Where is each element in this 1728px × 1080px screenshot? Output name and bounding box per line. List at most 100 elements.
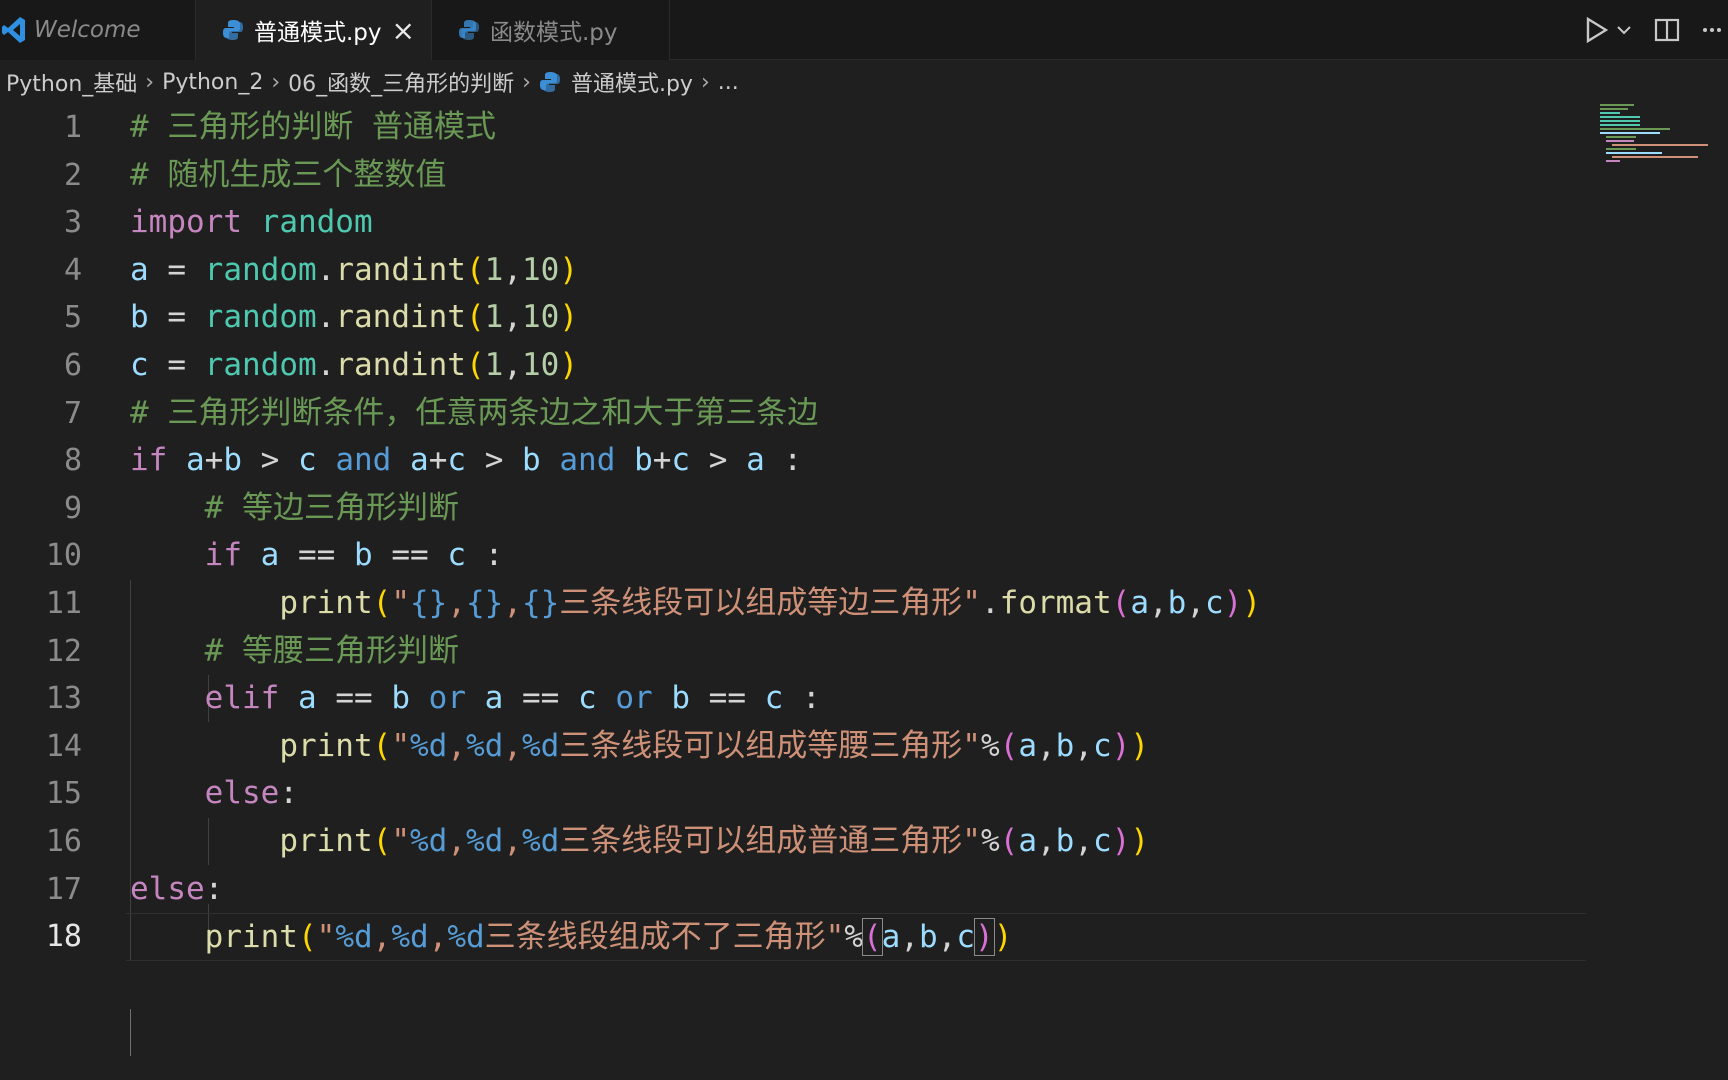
code-line[interactable]: b = random.randint(1,10) xyxy=(130,294,578,342)
code-line[interactable]: c = random.randint(1,10) xyxy=(130,342,578,390)
code-token: + xyxy=(428,442,448,479)
code-line[interactable]: # 随机生成三个整数值 xyxy=(130,152,446,200)
code-token: , xyxy=(447,585,466,621)
code-token: + xyxy=(652,442,672,479)
breadcrumb-item[interactable]: 普通模式.py xyxy=(571,66,693,98)
code-token: , xyxy=(1037,823,1056,859)
code-token: ( xyxy=(372,727,392,764)
code-token: 三条线段可以组成等边三角形" xyxy=(559,585,981,621)
code-token: import xyxy=(130,204,242,241)
code-line[interactable]: if a == b == c : xyxy=(130,532,504,580)
code-token: random xyxy=(204,299,317,336)
code-token: ( xyxy=(465,299,485,336)
chevron-right-icon: › xyxy=(522,69,531,95)
code-token: % xyxy=(980,823,1000,859)
tab-function-mode[interactable]: 函数模式.py xyxy=(432,0,670,60)
code-token: . xyxy=(980,585,1000,621)
code-token: %d xyxy=(447,919,485,956)
code-token: print xyxy=(279,585,373,621)
code-token: + xyxy=(204,442,224,479)
code-token: and xyxy=(559,442,616,479)
run-icon[interactable] xyxy=(1584,17,1608,43)
more-actions-icon[interactable] xyxy=(1702,26,1722,34)
breadcrumb-item[interactable]: Python_2 xyxy=(162,70,263,95)
code-token: a xyxy=(410,442,429,479)
code-token: random xyxy=(260,204,373,241)
code-token: , xyxy=(1074,727,1094,764)
tab-welcome[interactable]: Welcome xyxy=(0,0,196,60)
breadcrumb-item[interactable]: Python_基础 xyxy=(6,66,137,98)
code-token: if xyxy=(130,442,168,479)
code-token: format xyxy=(999,585,1112,621)
code-line[interactable]: elif a == b or a == c or b == c : xyxy=(130,675,821,723)
code-token: : xyxy=(783,680,821,717)
code-line[interactable]: print("%d,%d,%d三条线段组成不了三角形"%(a,b,c)) xyxy=(126,913,1586,961)
code-token: # 等腰三角形判断 xyxy=(204,632,459,669)
code-token: ) xyxy=(1130,727,1150,764)
code-token: , xyxy=(1074,823,1094,859)
code-token: ( xyxy=(465,251,485,288)
code-line[interactable]: a = random.randint(1,10) xyxy=(130,247,578,295)
code-token: %d xyxy=(521,727,560,764)
minimap[interactable] xyxy=(1600,104,1720,164)
code-token: random xyxy=(204,347,317,383)
code-editor[interactable]: 1 2 3 4 5 6 7 8 9 10 11 12 13 14 15 16 17 18 # 三角形的判断 普通模… xyxy=(0,104,1728,1080)
close-icon[interactable]: × xyxy=(392,14,415,47)
code-line[interactable]: print("{},{},{}三条线段可以组成等边三角形".format(a,b… xyxy=(130,580,1261,628)
code-token: b xyxy=(130,299,149,336)
code-line[interactable]: print("%d,%d,%d三条线段可以组成普通三角形"%(a,b,c)) xyxy=(130,818,1149,866)
code-token: {} xyxy=(409,585,448,621)
code-token: c xyxy=(298,442,317,479)
code-token: if xyxy=(204,537,242,574)
code-token: ( xyxy=(297,919,317,956)
code-token: a xyxy=(1018,727,1037,764)
code-token: 10 xyxy=(522,347,560,383)
code-line[interactable]: # 三角形的判断 普通模式 xyxy=(130,104,496,152)
python-file-icon xyxy=(459,20,479,40)
code-token: or xyxy=(615,680,653,717)
breadcrumb-item[interactable]: 06_函数_三角形的判断 xyxy=(288,66,514,98)
code-token: %d xyxy=(465,727,504,764)
code-line[interactable]: # 三角形判断条件，任意两条边之和大于第三条边 xyxy=(130,390,818,438)
code-token: else xyxy=(130,870,205,907)
breadcrumb-item[interactable]: ... xyxy=(718,70,739,95)
code-token: %d xyxy=(409,727,448,764)
line-number: 6 xyxy=(63,348,82,383)
code-token: a xyxy=(260,537,280,574)
code-line[interactable]: # 等边三角形判断 xyxy=(130,485,459,533)
code-line[interactable]: print("%d,%d,%d三条线段可以组成等腰三角形"%(a,b,c)) xyxy=(130,723,1149,771)
code-line[interactable]: else: xyxy=(130,866,223,914)
line-number: 2 xyxy=(63,157,82,193)
code-token: ) xyxy=(1111,727,1131,764)
code-token: b xyxy=(1167,585,1187,621)
code-token: , xyxy=(1148,585,1168,621)
vscode-logo-icon xyxy=(2,17,25,43)
code-token: b xyxy=(353,537,373,574)
code-token: . xyxy=(316,347,336,383)
python-file-icon xyxy=(223,20,243,40)
code-token: ) xyxy=(993,919,1013,956)
code-token: a xyxy=(881,919,901,956)
code-line[interactable]: else: xyxy=(130,770,298,818)
split-editor-icon[interactable] xyxy=(1654,17,1680,43)
code-line[interactable]: # 等腰三角形判断 xyxy=(130,628,459,676)
code-token: " xyxy=(316,919,336,956)
chevron-down-icon[interactable] xyxy=(1616,24,1632,36)
code-line[interactable]: if a+b > c and a+c > b and b+c > a : xyxy=(130,437,802,485)
code-token: c xyxy=(764,680,784,717)
code-token: ) xyxy=(1223,585,1243,621)
code-token: ( xyxy=(372,585,392,621)
code-token: {} xyxy=(465,585,504,621)
breadcrumb: Python_基础 › Python_2 › 06_函数_三角形的判断 › 普通… xyxy=(0,60,1728,104)
code-token: a xyxy=(484,680,504,717)
code-token: , xyxy=(503,727,522,764)
code-token: , xyxy=(1186,585,1205,621)
code-token: 三条线段可以组成普通三角形" xyxy=(559,823,981,859)
tab-normal-mode[interactable]: 普通模式.py × xyxy=(196,0,432,60)
code-line[interactable]: import random xyxy=(130,199,373,247)
